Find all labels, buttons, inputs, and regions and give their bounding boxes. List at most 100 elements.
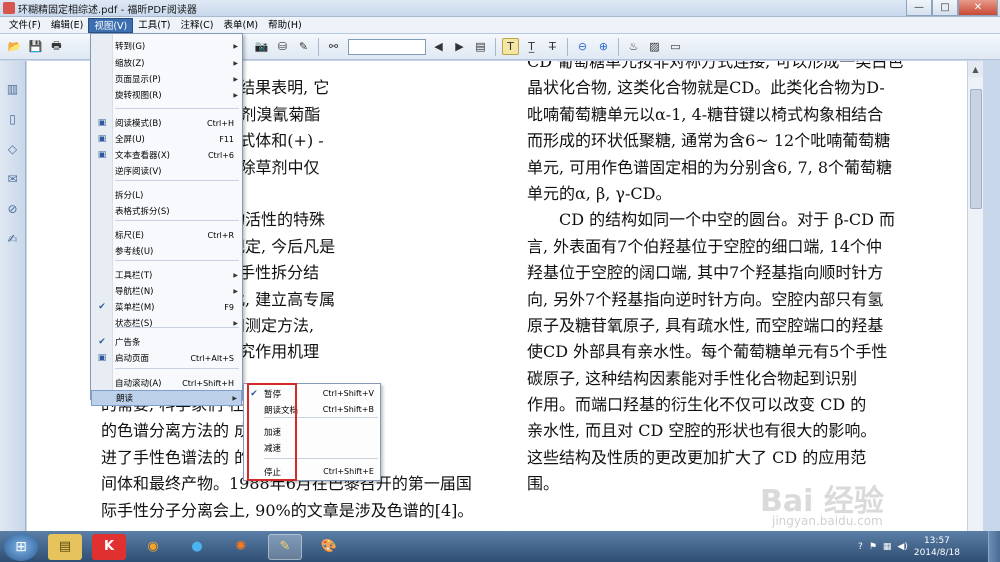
view-menu-item[interactable]: ✔ 菜单栏(M) F9 — [91, 299, 242, 315]
menu-comment[interactable]: 注释(C) — [175, 18, 218, 33]
browser-icon[interactable]: ◉ — [136, 534, 170, 560]
scroll-thumb[interactable] — [970, 89, 982, 209]
find-prev-icon[interactable]: ◀ — [430, 38, 447, 55]
empty-icon-slot — [91, 267, 113, 283]
view-menu-item[interactable]: ▣ 全屏(U) F11 — [91, 131, 242, 147]
menu-file[interactable]: 文件(F) — [4, 18, 46, 33]
minimize-button[interactable]: — — [906, 0, 932, 16]
search-input[interactable] — [348, 38, 426, 55]
view-menu-item-label: 导航栏(N) — [115, 287, 154, 297]
view-menu-item-shortcut: F11 — [219, 134, 234, 144]
help-tray-icon[interactable]: ? — [858, 542, 863, 552]
k-app-icon[interactable]: K — [92, 533, 126, 560]
right-column-line: 单元的α, β, γ-CD。 — [527, 183, 672, 203]
window-title: 环糊精固定相综述.pdf - 福昕PDF阅读器 — [18, 4, 197, 16]
volume-tray-icon[interactable]: ◀) — [897, 542, 907, 552]
flag-tray-icon[interactable]: ⚑ — [869, 542, 877, 552]
stamp-icon[interactable]: ⛁ — [274, 38, 291, 55]
view-menu-item-shortcut: Ctrl+H — [207, 118, 234, 128]
clock[interactable]: 13:57 2014/8/18 — [914, 535, 960, 559]
pages-icon[interactable]: ▥ — [5, 81, 21, 97]
scroll-up-icon[interactable]: ▲ — [968, 61, 983, 77]
camera-icon[interactable]: 📷 — [253, 38, 270, 55]
pen-icon[interactable]: ✎ — [295, 38, 312, 55]
text-tool-icon[interactable]: T — [502, 38, 519, 55]
attachment-icon[interactable]: ⊘ — [5, 201, 21, 217]
view-menu-item[interactable]: 旋转视图(R) ▶ — [91, 87, 242, 103]
view-menu-item[interactable]: 转到(G) ▶ — [91, 38, 242, 54]
read-submenu-item-shortcut: Ctrl+Shift+E — [323, 467, 374, 476]
submenu-arrow-icon: ▶ — [233, 319, 238, 327]
view-menu-item-shortcut: Ctrl+Alt+S — [190, 353, 234, 363]
watermark-url: jingyan.baidu.com — [772, 514, 883, 528]
view-menu-item[interactable]: ▣ 阅读模式(B) Ctrl+H — [91, 115, 242, 131]
network-tray-icon[interactable]: ▦ — [883, 542, 892, 552]
signature-icon[interactable]: ✍ — [5, 231, 21, 247]
bookmark-icon[interactable]: ▯ — [5, 111, 21, 127]
view-menu-item-shortcut: Ctrl+6 — [207, 150, 234, 160]
foxit-icon[interactable]: ✎ — [268, 533, 302, 560]
window-controls: — □ ✕ — [906, 0, 998, 16]
submenu-arrow-icon: ▶ — [233, 75, 238, 83]
view-menu-item[interactable]: ▣ 启动页面 Ctrl+Alt+S — [91, 350, 242, 366]
zoom-in-icon[interactable]: ⊕ — [595, 38, 612, 55]
navigation-sidebar: ▥ ▯ ◇ ✉ ⊘ ✍ — [0, 61, 26, 531]
menu-edit[interactable]: 编辑(E) — [46, 18, 88, 33]
start-button[interactable]: ⊞ — [4, 532, 38, 561]
right-column-line: 羟基位于空腔的阔口端, 其中7个羟基指向顺时针方 — [527, 263, 884, 283]
explorer-icon[interactable]: ▤ — [48, 533, 82, 560]
print-icon[interactable]: 🖶 — [48, 38, 65, 55]
view-menu-item[interactable]: 状态栏(S) ▶ — [91, 315, 242, 331]
menu-help[interactable]: 帮助(H) — [263, 18, 307, 33]
text-underline-icon[interactable]: T̲ — [523, 38, 540, 55]
view-menu-item[interactable]: ✔ 广告条 — [91, 334, 242, 350]
zoom-out-icon[interactable]: ⊖ — [574, 38, 591, 55]
highlight-icon[interactable]: ▤ — [472, 38, 489, 55]
empty-icon-slot — [91, 55, 113, 71]
view-menu-item[interactable]: 缩放(Z) ▶ — [91, 55, 242, 71]
view-menu-item[interactable]: 工具栏(T) ▶ — [91, 267, 242, 283]
check-icon: ✔ — [98, 302, 106, 312]
view-menu-item[interactable]: 拆分(L) — [91, 187, 242, 203]
binoculars-icon[interactable]: ⚯ — [325, 38, 342, 55]
menu-form[interactable]: 表单(M) — [219, 18, 264, 33]
save-icon[interactable]: 💾 — [27, 38, 44, 55]
view-menu-item-label: 朗读 — [116, 394, 134, 404]
right-column-line: 而形成的环状低聚糖, 通常为含6~ 12个吡喃葡萄糖 — [527, 131, 891, 151]
maximize-button[interactable]: □ — [932, 0, 958, 16]
empty-icon-slot — [91, 38, 113, 54]
comments-icon[interactable]: ✉ — [5, 171, 21, 187]
view-menu-item[interactable]: 导航栏(N) ▶ — [91, 283, 242, 299]
image-tool-icon[interactable]: ▨ — [646, 38, 663, 55]
text-strike-icon[interactable]: T̶ — [544, 38, 561, 55]
empty-icon-slot — [91, 71, 113, 87]
view-menu-item[interactable]: ▣ 文本查看器(X) Ctrl+6 — [91, 147, 242, 163]
empty-icon-slot — [91, 227, 113, 243]
view-menu-item[interactable]: 自动滚动(A) Ctrl+Shift+H — [91, 375, 242, 391]
start-page-icon: ▣ — [97, 353, 107, 363]
close-button[interactable]: ✕ — [958, 0, 998, 16]
find-next-icon[interactable]: ▶ — [451, 38, 468, 55]
right-column-line: CD 葡萄糖单元按非对称方式连接, 可以形成一类白色 — [527, 61, 904, 71]
fill-icon[interactable]: ♨ — [625, 38, 642, 55]
rectangle-icon[interactable]: ▭ — [667, 38, 684, 55]
view-menu-item[interactable]: 标尺(E) Ctrl+R — [91, 227, 242, 243]
empty-icon-slot — [91, 243, 113, 259]
360-icon[interactable]: ✺ — [224, 534, 258, 560]
qq-icon[interactable]: ● — [180, 534, 214, 560]
vertical-scrollbar[interactable]: ▲ — [967, 61, 983, 531]
read-submenu-item-shortcut: Ctrl+Shift+B — [322, 405, 374, 414]
view-menu-item[interactable]: 参考线(U) — [91, 243, 242, 259]
layers-icon[interactable]: ◇ — [5, 141, 21, 157]
menu-view[interactable]: 视图(V) — [88, 17, 134, 33]
view-menu-item[interactable]: 表格式拆分(S) — [91, 203, 242, 219]
view-menu-item[interactable]: 逆序阅读(V) — [91, 163, 242, 179]
menu-tools[interactable]: 工具(T) — [133, 18, 175, 33]
paint-icon[interactable]: 🎨 — [312, 534, 346, 560]
view-menu-item[interactable]: 页面显示(P) ▶ — [91, 71, 242, 87]
show-desktop-button[interactable] — [988, 531, 1000, 562]
open-icon[interactable]: 📂 — [6, 38, 23, 55]
view-menu-item-label: 自动滚动(A) — [115, 379, 162, 389]
view-menu-item[interactable]: 朗读 ▶ — [91, 390, 242, 406]
submenu-arrow-icon: ▶ — [233, 59, 238, 67]
